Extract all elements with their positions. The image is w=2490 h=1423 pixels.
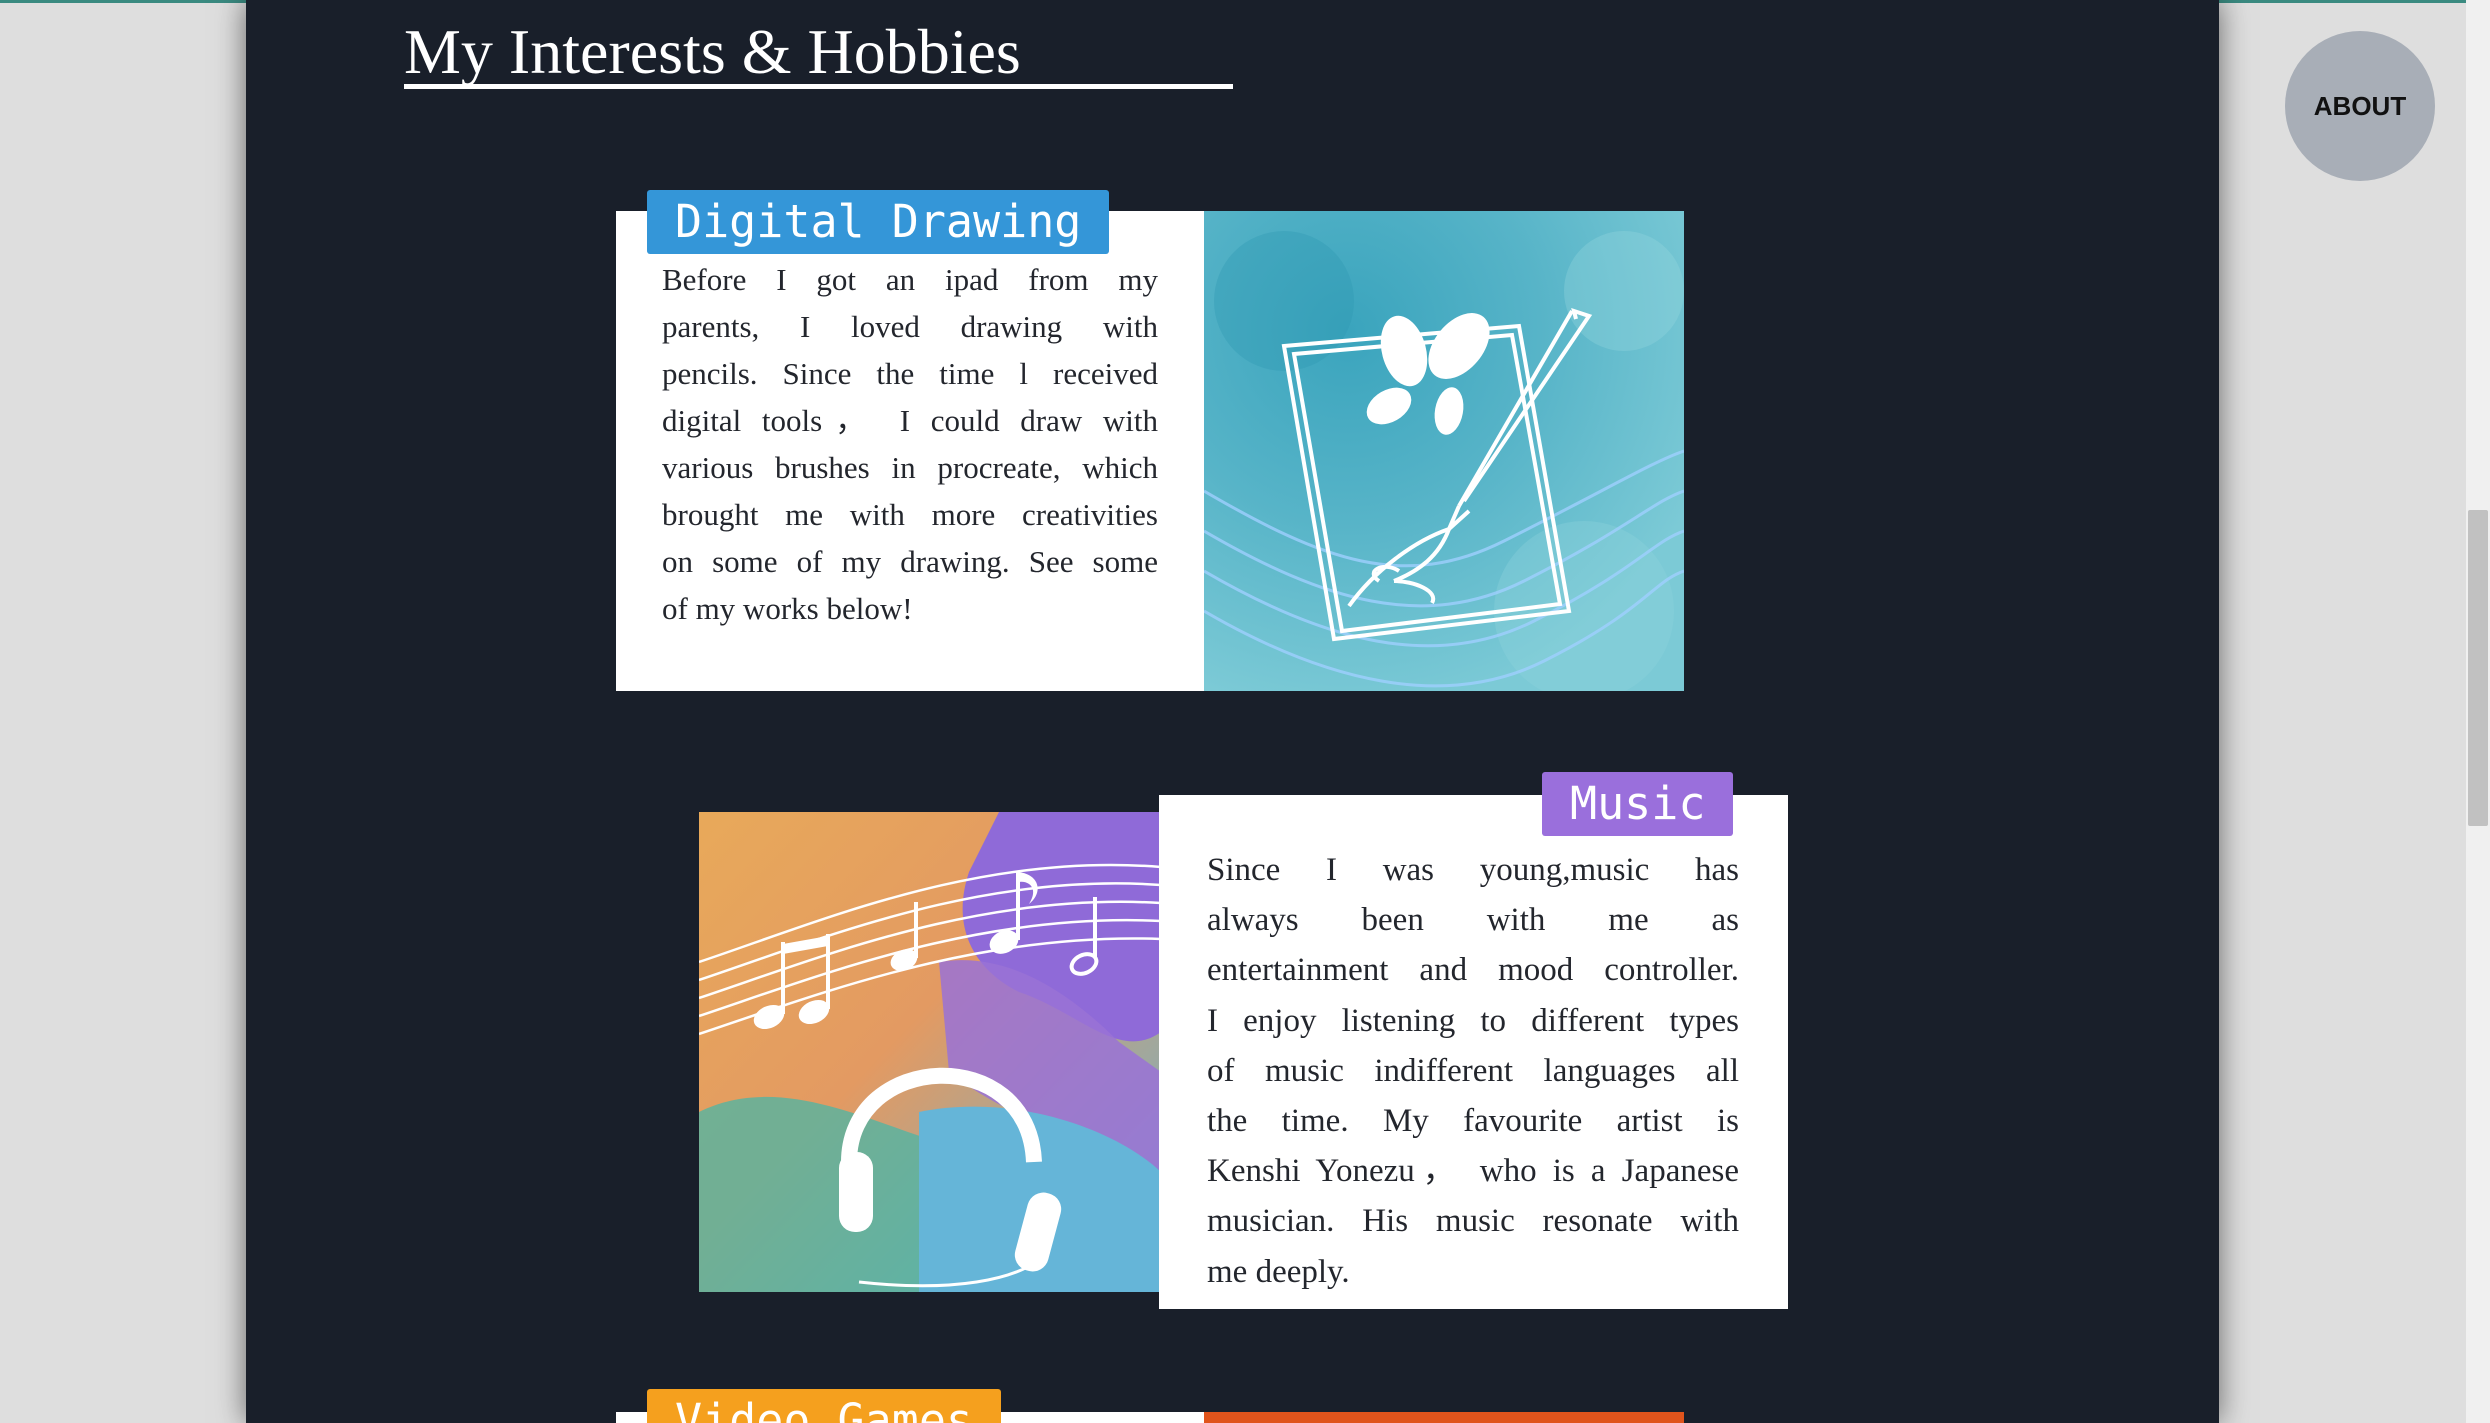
- text-line: pencils. Since the time l received: [662, 356, 1158, 391]
- text-line: Since I was young,music has: [1207, 852, 1739, 888]
- text-line: musician. His music resonate with: [1207, 1203, 1739, 1240]
- page-title: My Interests & Hobbies: [404, 16, 1021, 87]
- music-tag: Music: [1542, 772, 1734, 836]
- music-description: Since I was young,music has always been …: [1207, 845, 1739, 1297]
- text-line: of my works below!: [662, 591, 913, 626]
- drawing-tag: Digital Drawing: [647, 190, 1110, 254]
- title-underline: [404, 84, 1233, 89]
- text-line: me deeply.: [1207, 1253, 1350, 1290]
- text-line: parents, I loved drawing with: [662, 309, 1158, 344]
- text-line: the time. My favourite artist is: [1207, 1103, 1739, 1140]
- text-line: various brushes in procreate, which: [662, 450, 1158, 485]
- text-line: Before I got an ipad from my: [662, 262, 1158, 297]
- text-line: entertainment and mood controller.: [1207, 952, 1739, 989]
- text-line: always been with me as: [1207, 902, 1739, 939]
- text-line: Kenshi Yonezu， who is a Japanese: [1207, 1153, 1739, 1190]
- text-line: of music indifferent languages all: [1207, 1052, 1739, 1089]
- text-line: brought me with more creativities: [662, 497, 1158, 532]
- text-line: I enjoy listening to different types: [1207, 1002, 1739, 1039]
- text-line: digital tools， I could draw with: [662, 403, 1158, 438]
- page-container: My Interests & Hobbies Digital Drawing B…: [246, 0, 2219, 1423]
- headphones-music-notes-illustration: [699, 812, 1161, 1292]
- text-line: on some of my drawing. See some: [662, 544, 1158, 579]
- games-tag: Video Games: [647, 1389, 1002, 1423]
- about-button[interactable]: ABOUT: [2285, 31, 2435, 181]
- drawing-description: Before I got an ipad from my parents, I …: [662, 256, 1158, 632]
- scrollbar-thumb[interactable]: [2468, 510, 2488, 826]
- tablet-drawing-illustration: [1204, 211, 1684, 691]
- video-games-illustration: [1204, 1412, 1684, 1423]
